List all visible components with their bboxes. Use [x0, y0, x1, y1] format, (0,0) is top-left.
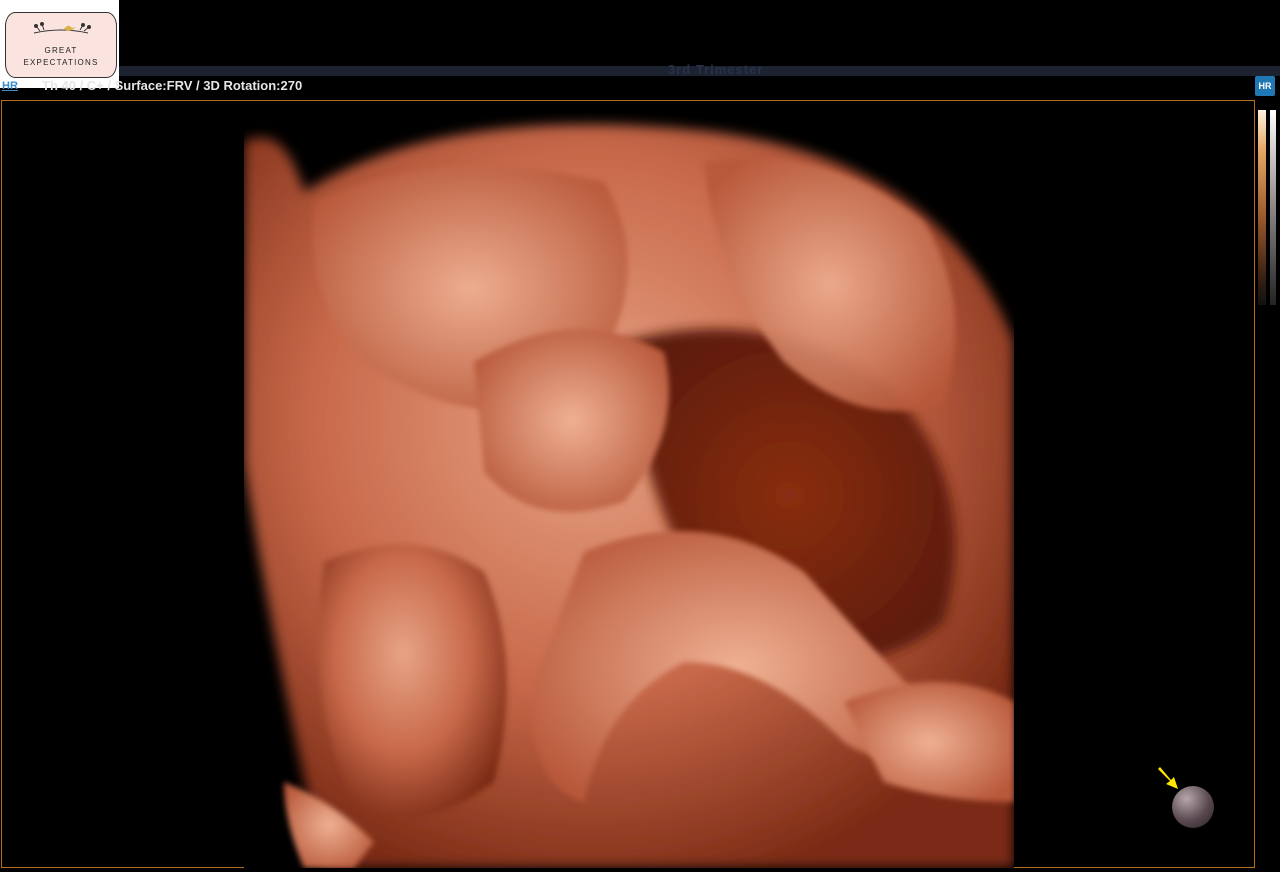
logo-text-line1: GREAT [44, 46, 78, 55]
status-bar: HR Th 40 / C+ / Surface:FRV / 3D Rotatio… [0, 78, 1250, 96]
header-title: 3rd Trimester [668, 62, 764, 77]
status-text: Th 40 / C+ / Surface:FRV / 3D Rotation:2… [42, 78, 303, 93]
grey-scale-bar [1270, 110, 1276, 305]
3d-surface-render [244, 102, 1014, 868]
color-scale-bar [1258, 110, 1266, 305]
orientation-ball-icon[interactable] [1172, 786, 1214, 828]
yellow-arrow-icon [1158, 767, 1178, 789]
logo-text-line2: EXPECTATIONS [23, 58, 99, 67]
branch-bird-icon [33, 22, 91, 34]
logo: GREAT EXPECTATIONS [0, 0, 119, 88]
status-tag: HR [2, 80, 18, 92]
hr-badge-icon[interactable]: HR [1255, 76, 1275, 96]
logo-card: GREAT EXPECTATIONS [5, 12, 117, 78]
title-strip [0, 66, 1280, 76]
top-bar [0, 0, 1280, 66]
